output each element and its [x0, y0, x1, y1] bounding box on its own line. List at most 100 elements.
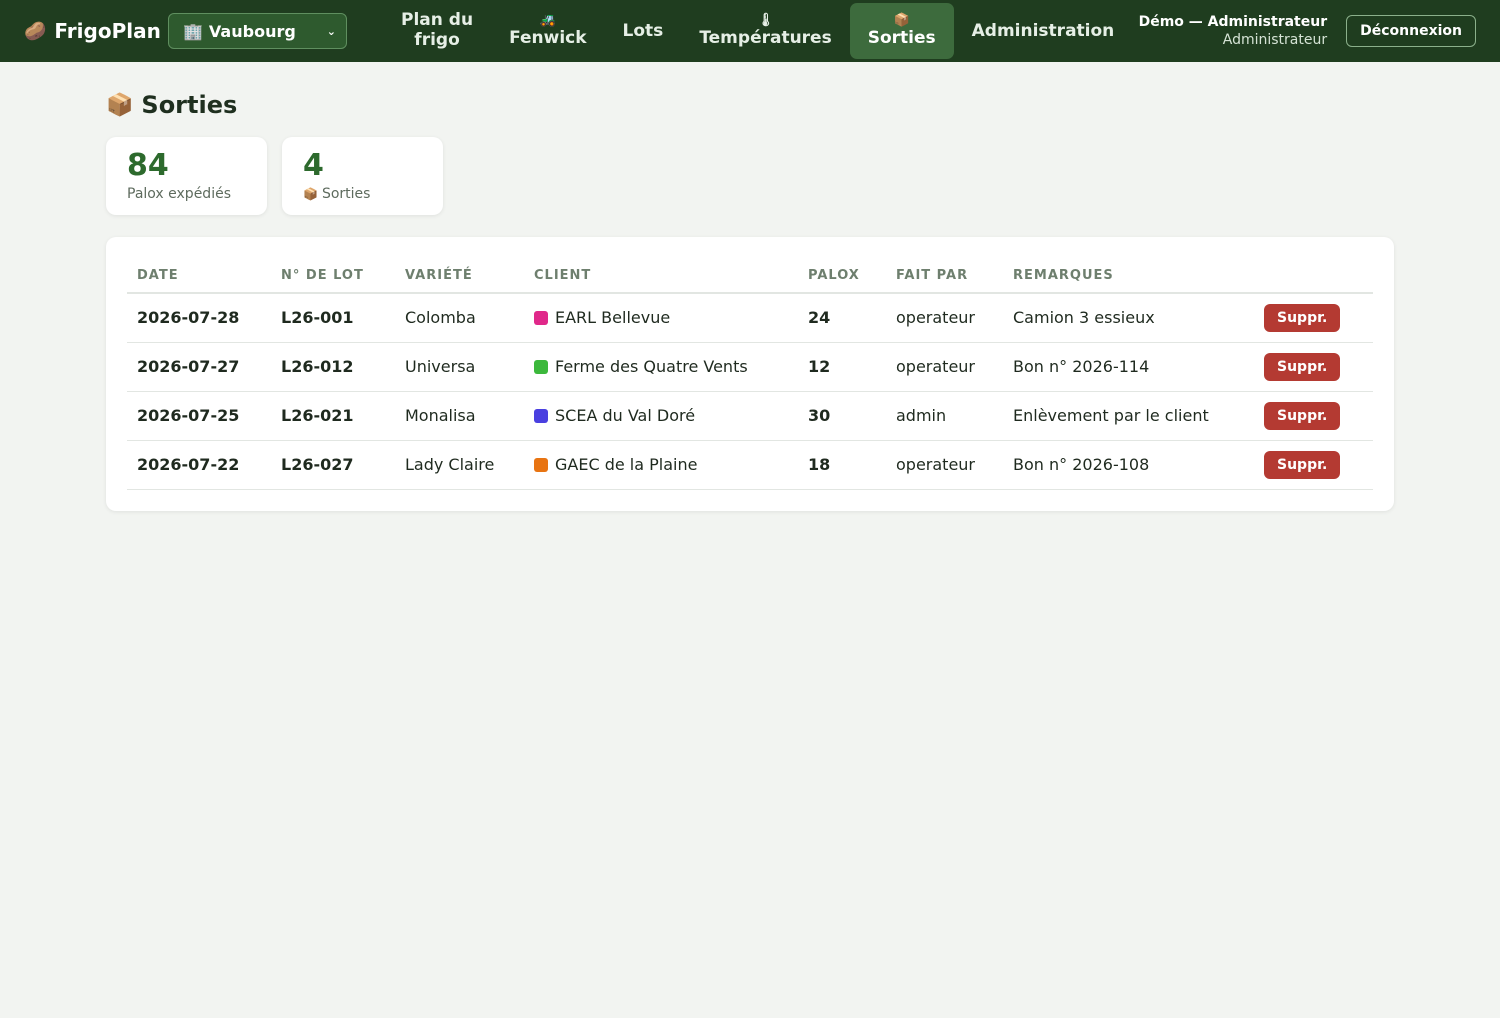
client-color-swatch: [534, 359, 548, 374]
cell-date: 2026-07-27: [127, 342, 271, 392]
cell-client: GAEC de la Plaine: [524, 440, 798, 490]
client-color-swatch: [534, 408, 548, 423]
tractor-icon: 🚜: [539, 13, 556, 29]
cell-palox: 12: [798, 342, 886, 392]
stat-card-palox: 84 Palox expédiés: [106, 137, 267, 215]
package-icon: 📦: [106, 92, 134, 118]
sorties-table: DATE N° DE LOT VARIÉTÉ CLIENT PALOX FAIT…: [127, 259, 1373, 490]
stat-label-wrap: 📦 Sorties: [303, 186, 422, 202]
package-icon: 📦: [303, 187, 318, 201]
sorties-table-card: DATE N° DE LOT VARIÉTÉ CLIENT PALOX FAIT…: [106, 237, 1394, 511]
delete-button[interactable]: Suppr.: [1264, 352, 1341, 381]
cell-actions: Suppr.: [1254, 391, 1373, 441]
cell-remarks: Bon n° 2026-108: [1003, 440, 1254, 490]
nav-item-plan-du-frigo[interactable]: Plan du frigo: [383, 3, 491, 59]
cell-actions: Suppr.: [1254, 440, 1373, 490]
delete-button[interactable]: Suppr.: [1264, 401, 1341, 430]
cell-palox: 30: [798, 391, 886, 441]
nav-item-temperatures[interactable]: 🌡 Températures: [681, 3, 849, 59]
cell-client: SCEA du Val Doré: [524, 391, 798, 441]
column-header-palox[interactable]: PALOX: [798, 259, 886, 294]
client-wrap: GAEC de la Plaine: [534, 455, 798, 474]
column-header-done-by[interactable]: FAIT PAR: [886, 259, 1003, 294]
chevron-down-icon: ⌄: [326, 24, 336, 38]
brand-logo[interactable]: 🥔 FrigoPlan: [24, 19, 168, 43]
column-header-remarks[interactable]: REMARQUES: [1003, 259, 1254, 294]
column-header-client[interactable]: CLIENT: [524, 259, 798, 294]
cell-date: 2026-07-25: [127, 391, 271, 441]
cell-lot: L26-012: [271, 342, 395, 392]
stat-value: 84: [127, 148, 169, 183]
column-header-date[interactable]: DATE: [127, 259, 271, 294]
column-header-lot[interactable]: N° DE LOT: [271, 259, 395, 294]
table-row: 2026-07-22 L26-027 Lady Claire GAEC de l…: [127, 440, 1373, 490]
building-icon: 🏢: [183, 21, 203, 41]
column-header-variety[interactable]: VARIÉTÉ: [395, 259, 524, 294]
package-icon: 📦: [893, 13, 910, 29]
nav-item-label-line1: Plan du: [401, 10, 474, 31]
page-title-text: Sorties: [141, 91, 238, 119]
cell-variety: Universa: [395, 342, 524, 392]
cell-variety: Colomba: [395, 293, 524, 343]
client-name: Ferme des Quatre Vents: [555, 357, 748, 376]
stat-value: 4: [303, 148, 324, 183]
cell-lot: L26-027: [271, 440, 395, 490]
table-header-row: DATE N° DE LOT VARIÉTÉ CLIENT PALOX FAIT…: [127, 259, 1373, 294]
table-row: 2026-07-28 L26-001 Colomba EARL Bellevue…: [127, 293, 1373, 343]
page-title: 📦 Sorties: [106, 90, 1394, 120]
cell-remarks: Enlèvement par le client: [1003, 391, 1254, 441]
user-name: Démo — Administrateur: [1138, 13, 1328, 30]
cell-lot: L26-001: [271, 293, 395, 343]
cell-client: Ferme des Quatre Vents: [524, 342, 798, 392]
client-color-swatch: [534, 310, 548, 325]
user-info: Démo — Administrateur Administrateur: [1139, 13, 1328, 49]
cell-done-by: operateur: [886, 440, 1003, 490]
site-select[interactable]: 🏢 Vaubourg ⌄: [168, 13, 347, 49]
nav-item-label-line2: frigo: [414, 30, 460, 50]
user-role: Administrateur: [1222, 32, 1328, 48]
delete-button[interactable]: Suppr.: [1264, 450, 1341, 479]
cell-variety: Lady Claire: [395, 440, 524, 490]
site-select-value: Vaubourg: [208, 21, 296, 41]
cell-done-by: admin: [886, 391, 1003, 441]
top-navbar: 🥔 FrigoPlan 🏢 Vaubourg ⌄ Plan du frigo 🚜…: [0, 0, 1500, 62]
logout-button[interactable]: Déconnexion: [1346, 15, 1476, 47]
client-wrap: EARL Bellevue: [534, 308, 798, 327]
cell-date: 2026-07-22: [127, 440, 271, 490]
table-row: 2026-07-27 L26-012 Universa Ferme des Qu…: [127, 342, 1373, 392]
cell-variety: Monalisa: [395, 391, 524, 441]
delete-button[interactable]: Suppr.: [1264, 303, 1341, 332]
nav-item-administration[interactable]: Administration: [954, 3, 1133, 59]
nav-item-lots[interactable]: Lots: [605, 3, 682, 59]
main-nav: Plan du frigo 🚜 Fenwick Lots 🌡 Températu…: [383, 0, 1132, 62]
nav-item-label: Administration: [971, 20, 1115, 41]
nav-item-label: Lots: [622, 20, 664, 41]
cell-remarks: Camion 3 essieux: [1003, 293, 1254, 343]
cell-date: 2026-07-28: [127, 293, 271, 343]
client-wrap: Ferme des Quatre Vents: [534, 357, 798, 376]
client-name: EARL Bellevue: [555, 308, 671, 328]
client-wrap: SCEA du Val Doré: [534, 406, 798, 425]
cell-remarks: Bon n° 2026-114: [1003, 342, 1254, 392]
nav-item-sorties[interactable]: 📦 Sorties: [849, 3, 954, 59]
potato-icon: 🥔: [24, 20, 47, 42]
stat-label: Palox expédiés: [127, 186, 231, 202]
column-header-actions: [1254, 259, 1373, 294]
client-name: GAEC de la Plaine: [555, 455, 698, 474]
thermometer-icon: 🌡: [757, 13, 774, 29]
main-content: 📦 Sorties 84 Palox expédiés 4 📦 Sorties D…: [0, 62, 1500, 511]
table-row: 2026-07-25 L26-021 Monalisa SCEA du Val …: [127, 391, 1373, 441]
client-name: SCEA du Val Doré: [555, 406, 696, 425]
cell-palox: 24: [798, 293, 886, 343]
cell-actions: Suppr.: [1254, 293, 1373, 343]
stat-card-sorties: 4 📦 Sorties: [282, 137, 443, 215]
cell-actions: Suppr.: [1254, 342, 1373, 392]
client-color-swatch: [534, 457, 548, 472]
cell-palox: 18: [798, 440, 886, 490]
nav-item-fenwick[interactable]: 🚜 Fenwick: [491, 3, 604, 59]
stats-row: 84 Palox expédiés 4 📦 Sorties: [106, 137, 1394, 215]
nav-item-label: Sorties: [867, 28, 936, 49]
cell-client: EARL Bellevue: [524, 293, 798, 343]
cell-done-by: operateur: [886, 342, 1003, 392]
nav-item-label: Températures: [699, 28, 832, 49]
